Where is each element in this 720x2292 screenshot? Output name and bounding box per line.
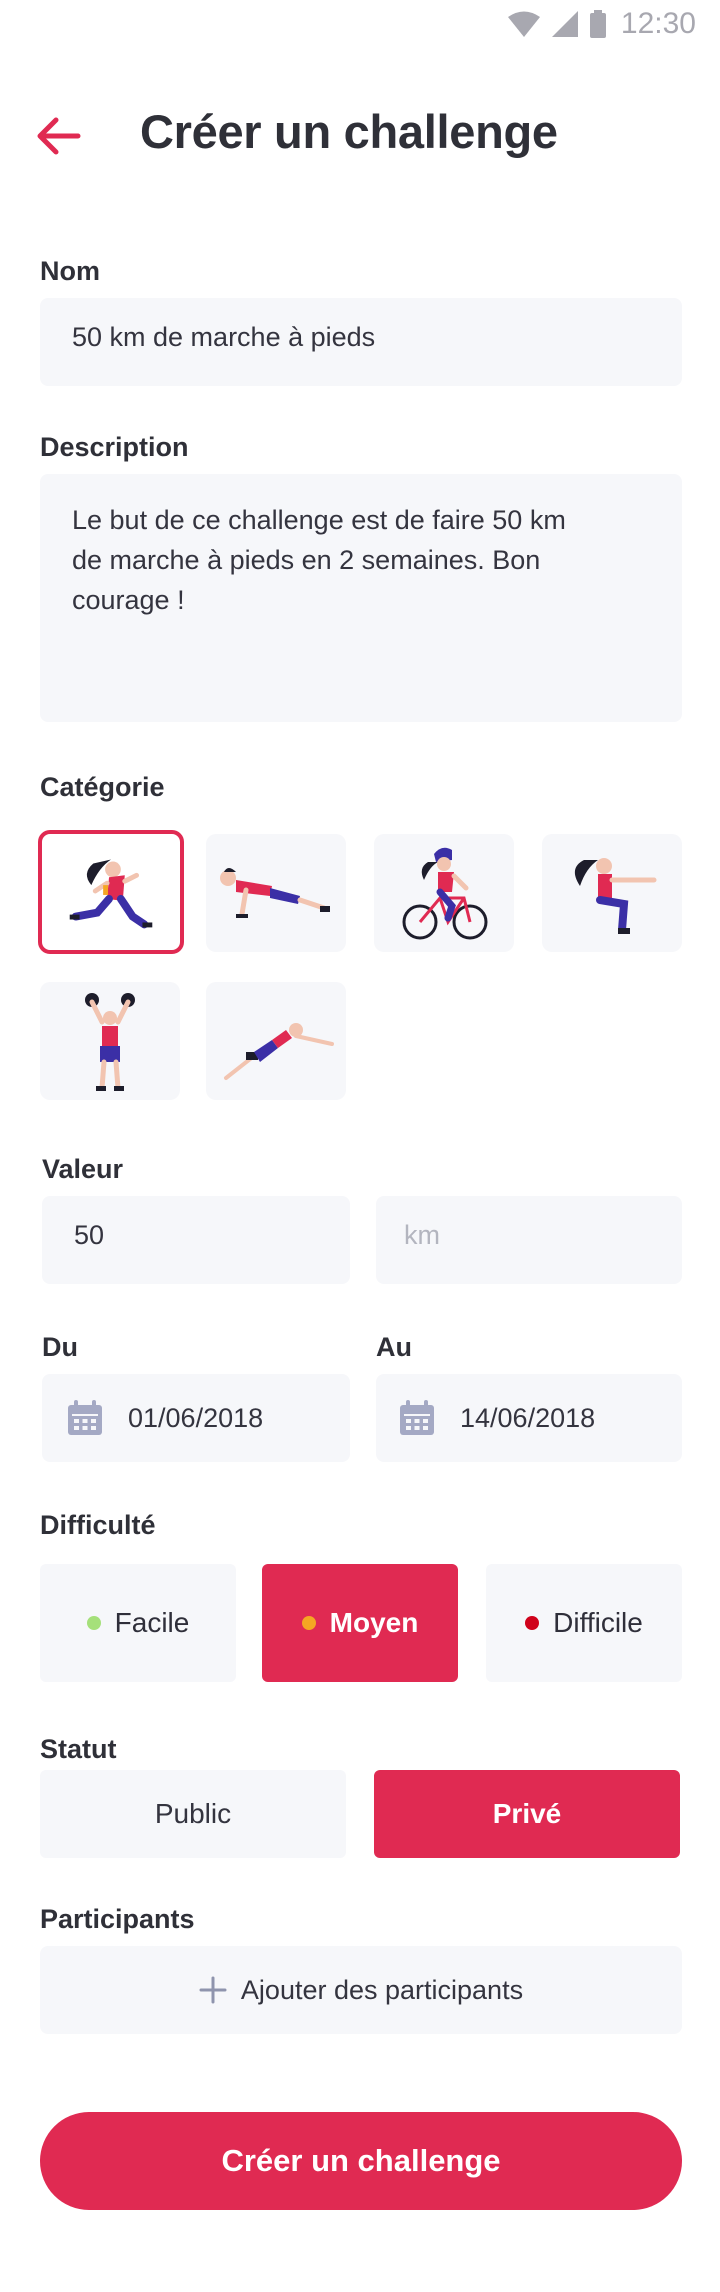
description-value: Le but de ce challenge est de faire 50 k… [72, 505, 566, 615]
weightlifting-man-illustration [85, 993, 135, 1091]
name-field[interactable]: 50 km de marche à pieds [40, 298, 682, 386]
squat-woman-illustration [574, 858, 657, 934]
calendar-icon [400, 1400, 434, 1435]
unit-placeholder: km [404, 1220, 440, 1250]
value-label: Valeur [42, 1154, 124, 1184]
visibility-label: Statut [40, 1734, 117, 1764]
calendar-icon [68, 1400, 102, 1435]
difficulty-medium-button[interactable]: Moyen [262, 1564, 458, 1682]
difficulty-hard-button[interactable]: Difficile [486, 1564, 682, 1682]
difficulty-medium-label: Moyen [329, 1607, 419, 1638]
create-challenge-label: Créer un challenge [221, 2143, 501, 2178]
add-participants-button[interactable]: Ajouter des participants [40, 1946, 682, 2034]
add-participants-label: Ajouter des participants [240, 1974, 524, 2005]
name-label: Nom [40, 256, 100, 286]
category-squat[interactable] [542, 834, 682, 952]
name-value: 50 km de marche à pieds [72, 322, 376, 352]
difficulty-easy-label: Facile [114, 1607, 190, 1638]
visibility-private-label: Privé [492, 1798, 562, 1829]
date-from-field[interactable]: 01/06/2018 [42, 1374, 350, 1462]
difficulty-label: Difficulté [40, 1510, 156, 1540]
date-to-field[interactable]: 14/06/2018 [376, 1374, 682, 1462]
difficulty-hard-dot [525, 1616, 540, 1630]
cycling-woman-illustration [402, 847, 488, 940]
status-time: 12:30 [620, 7, 696, 40]
participants-label: Participants [40, 1904, 195, 1934]
difficulty-easy-dot [86, 1616, 101, 1630]
category-cycling[interactable] [374, 834, 514, 952]
plus-icon [199, 1976, 227, 2004]
date-to-value: 14/06/2018 [460, 1402, 596, 1433]
battery-icon [589, 10, 606, 38]
difficulty-easy-button[interactable]: Facile [40, 1564, 236, 1682]
visibility-public-button[interactable]: Public [40, 1770, 346, 1858]
category-label: Catégorie [40, 772, 165, 802]
page-title: Créer un challenge [140, 105, 558, 158]
wifi-icon [507, 11, 540, 37]
pushup-man-illustration [220, 868, 330, 918]
cellular-signal-icon [551, 11, 578, 37]
category-weightlifting[interactable] [40, 982, 180, 1100]
visibility-private-button[interactable]: Privé [374, 1770, 680, 1858]
date-from-label: Du [42, 1332, 78, 1362]
unit-field[interactable]: km [376, 1196, 682, 1284]
value-field[interactable]: 50 [42, 1196, 350, 1284]
description-label: Description [40, 432, 189, 462]
category-running[interactable] [38, 830, 184, 954]
running-woman-illustration [69, 859, 153, 929]
difficulty-medium-dot [301, 1616, 316, 1630]
back-arrow-icon[interactable] [34, 112, 82, 160]
create-challenge-button[interactable]: Créer un challenge [40, 2112, 682, 2210]
category-plank[interactable] [206, 982, 346, 1100]
category-pushup[interactable] [206, 834, 346, 952]
visibility-public-label: Public [154, 1798, 232, 1829]
difficulty-hard-label: Difficile [553, 1607, 643, 1638]
description-field[interactable]: Le but de ce challenge est de faire 50 k… [40, 474, 682, 722]
status-bar: 12:30 [507, 0, 696, 48]
date-from-value: 01/06/2018 [128, 1402, 264, 1433]
value-input-value: 50 [74, 1220, 105, 1250]
plank-stretch-illustration [224, 1023, 334, 1080]
date-to-label: Au [376, 1332, 412, 1362]
